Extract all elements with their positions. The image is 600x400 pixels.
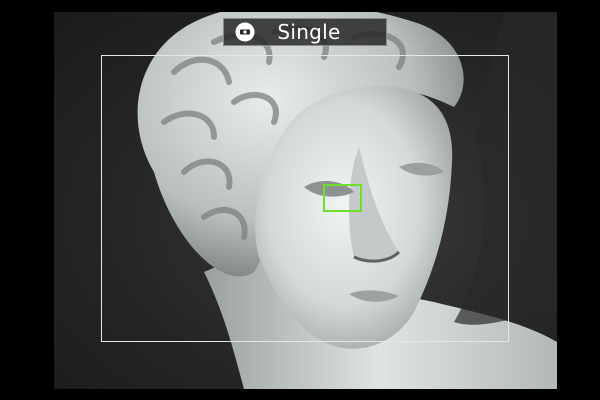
autofocus-mode-icon — [232, 19, 258, 45]
af-area-frame — [101, 55, 509, 342]
live-view-screen: Single — [0, 0, 600, 400]
release-mode-label: Single — [277, 20, 341, 44]
release-mode-banner: Single — [223, 18, 387, 46]
focus-point[interactable] — [323, 184, 362, 212]
